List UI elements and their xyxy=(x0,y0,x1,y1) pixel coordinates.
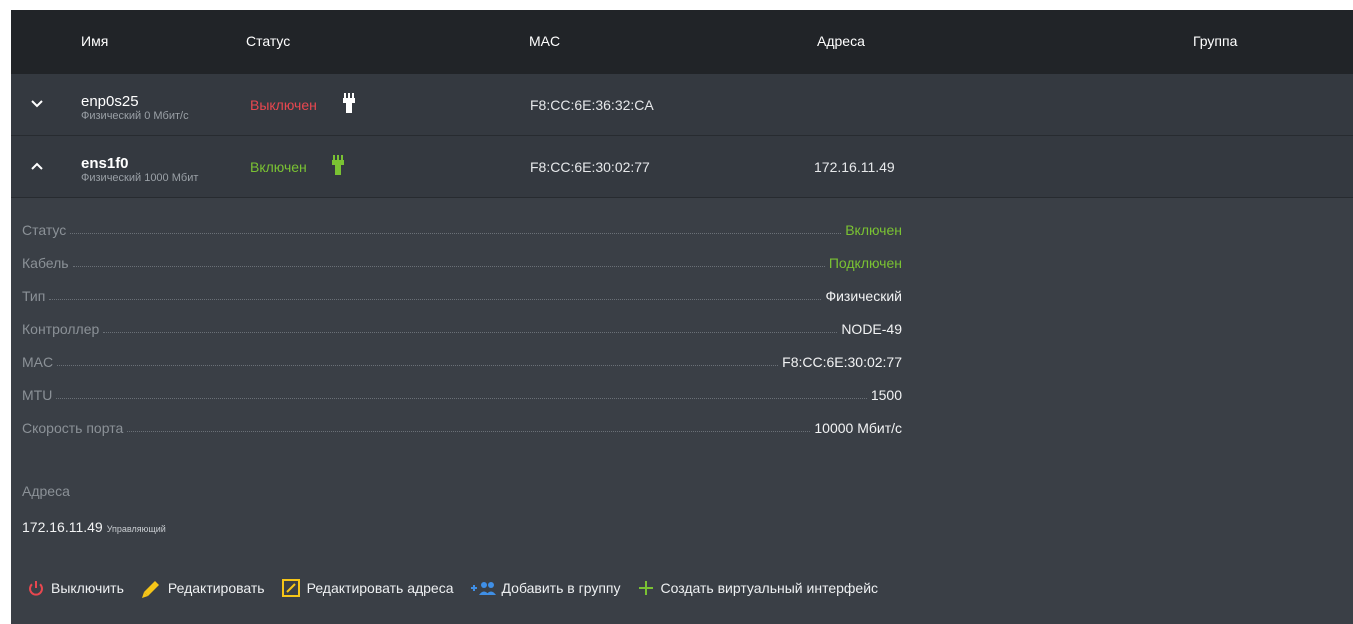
edit-button[interactable]: Редактировать xyxy=(140,578,265,598)
dotted-leader xyxy=(72,266,825,267)
interfaces-panel: Имя Статус MAC Адреса Группа enp0s25 Физ… xyxy=(11,10,1353,624)
dotted-leader xyxy=(49,299,822,300)
column-group[interactable]: Группа xyxy=(1193,33,1237,49)
detail-port-speed: Скорость порта 10000 Мбит/с xyxy=(22,420,902,436)
power-off-label: Выключить xyxy=(51,580,124,596)
mac-address: F8:CC:6E:36:32:CA xyxy=(530,97,654,113)
power-off-button[interactable]: Выключить xyxy=(27,579,124,597)
add-to-group-label: Добавить в группу xyxy=(501,580,621,596)
edit-addresses-button[interactable]: Редактировать адреса xyxy=(281,578,454,598)
detail-status: Статус Включен xyxy=(22,222,902,238)
column-name[interactable]: Имя xyxy=(81,33,108,49)
edit-box-icon xyxy=(281,579,300,597)
dotted-leader xyxy=(57,365,779,366)
interface-name[interactable]: enp0s25 xyxy=(81,94,139,109)
ethernet-plug-icon xyxy=(343,93,355,113)
ethernet-plug-icon xyxy=(332,155,344,175)
column-addresses[interactable]: Адреса xyxy=(817,33,865,49)
column-mac[interactable]: MAC xyxy=(529,33,560,49)
power-icon xyxy=(29,581,43,596)
interface-name[interactable]: ens1f0 xyxy=(81,156,129,171)
address-entry: 172.16.11.49 Управляющий xyxy=(22,519,166,535)
action-bar: Выключить Редактировать Редактировать ад… xyxy=(27,577,894,599)
detail-cable: Кабель Подключен xyxy=(22,255,902,271)
table-row[interactable]: enp0s25 Физический 0 Мбит/с Выключен F8:… xyxy=(11,74,1353,136)
dotted-leader xyxy=(70,233,842,234)
interface-type: Физический 0 Мбит/с xyxy=(81,110,189,122)
add-to-group-button[interactable]: Добавить в группу xyxy=(470,579,621,597)
pencil-icon xyxy=(141,581,159,598)
addresses-title: Адреса xyxy=(22,483,70,499)
edit-addresses-label: Редактировать адреса xyxy=(306,580,454,596)
edit-label: Редактировать xyxy=(167,580,265,596)
create-virtual-interface-button[interactable]: Создать виртуальный интерфейс xyxy=(637,579,879,597)
ip-address: 172.16.11.49 xyxy=(814,159,895,175)
table-header: Имя Статус MAC Адреса Группа xyxy=(11,10,1353,74)
status-text: Включен xyxy=(250,159,307,175)
create-virtual-interface-label: Создать виртуальный интерфейс xyxy=(660,580,879,596)
chevron-down-icon[interactable] xyxy=(29,96,45,112)
dotted-leader xyxy=(127,431,811,432)
dotted-leader xyxy=(56,398,867,399)
address-role-tag: Управляющий xyxy=(106,524,166,534)
table-row[interactable]: ens1f0 Физический 1000 Мбит Включен F8:C… xyxy=(11,136,1353,198)
status-text: Выключен xyxy=(250,97,317,113)
detail-mac: MAC F8:CC:6E:30:02:77 xyxy=(22,354,902,370)
address-value: 172.16.11.49 xyxy=(22,519,103,535)
detail-mtu: MTU 1500 xyxy=(22,387,902,403)
add-users-icon xyxy=(470,582,496,595)
chevron-up-icon[interactable] xyxy=(29,158,45,174)
column-status[interactable]: Статус xyxy=(246,33,290,49)
mac-address: F8:CC:6E:30:02:77 xyxy=(530,159,650,175)
interface-details: Статус Включен Кабель Подключен Тип Физи… xyxy=(22,206,902,437)
detail-controller: Контроллер NODE-49 xyxy=(22,321,902,337)
detail-type: Тип Физический xyxy=(22,288,902,304)
plus-icon xyxy=(638,581,653,595)
dotted-leader xyxy=(103,332,838,333)
interface-type: Физический 1000 Мбит xyxy=(81,172,199,184)
